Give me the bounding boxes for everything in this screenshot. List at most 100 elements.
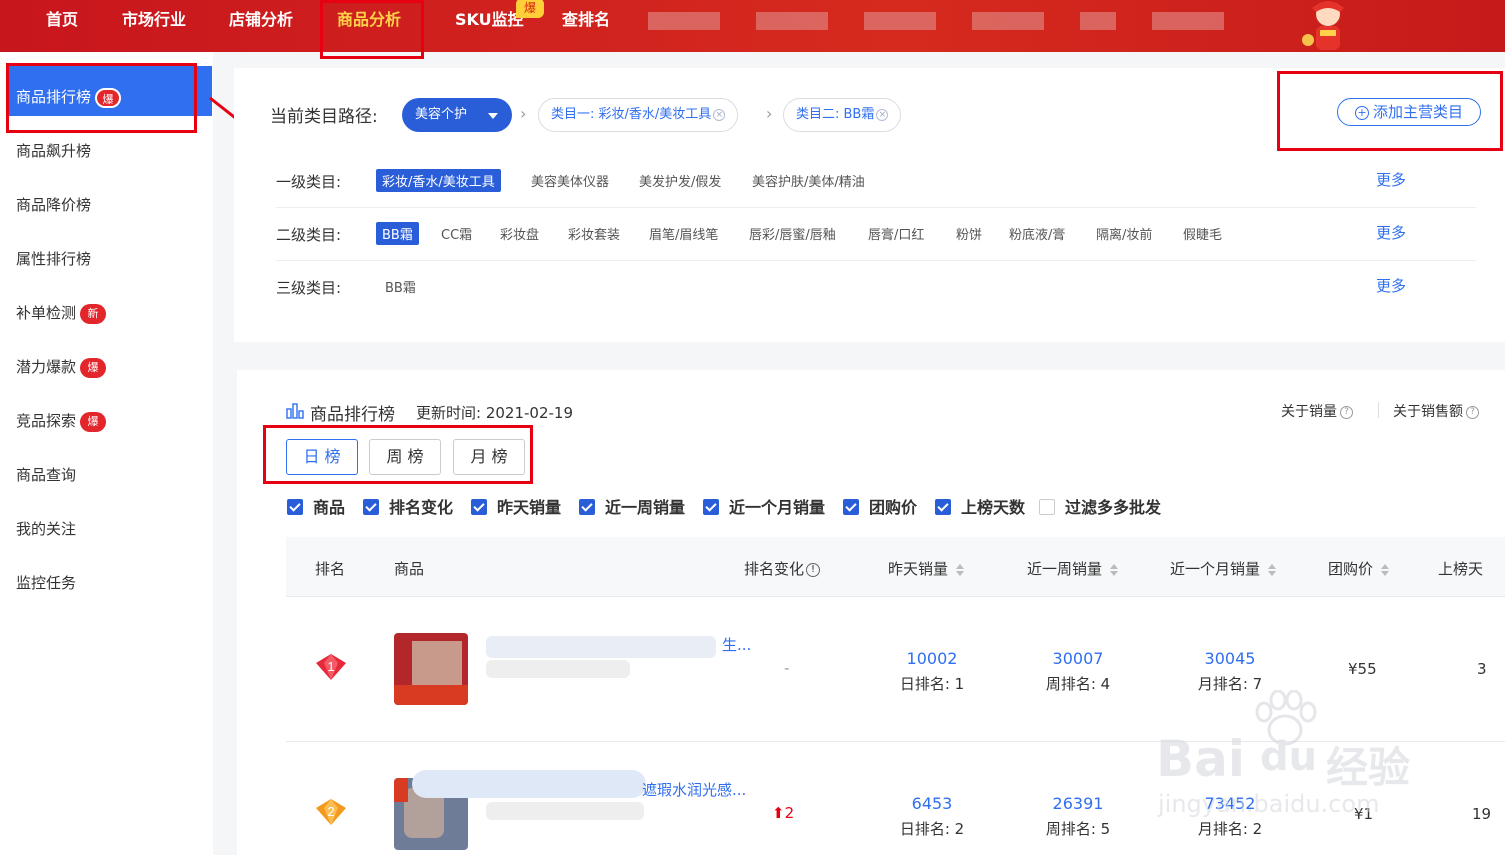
sidebar-item-competitor-explore[interactable]: 竞品探索爆 (16, 410, 107, 432)
about-amount-link[interactable]: 关于销售额? (1393, 401, 1479, 421)
month-sales-value[interactable]: 30045 (1170, 649, 1290, 668)
filter-exclude-wholesale[interactable]: 过滤多多批发 (1039, 494, 1161, 518)
filter-week-sales[interactable]: 近一周销量 (579, 494, 685, 518)
nav-check-rank[interactable]: 查排名 (562, 0, 610, 40)
filter-label: 过滤多多批发 (1065, 498, 1162, 517)
rank-gem-red-icon: 1 (316, 654, 346, 680)
close-icon[interactable]: × (713, 108, 726, 121)
sidebar-item-attribute-ranking[interactable]: 属性排行榜 (16, 248, 91, 269)
sort-icon[interactable] (1381, 563, 1390, 576)
level2-tag[interactable]: 唇彩/唇蜜/唇釉 (749, 224, 836, 243)
arrow-up-icon: ⬆ (772, 804, 785, 822)
root-category-select[interactable]: 美容个护 (402, 98, 512, 132)
info-icon[interactable]: ! (806, 562, 821, 577)
level2-tag[interactable]: 隔离/妆前 (1096, 224, 1152, 243)
level1-tag[interactable]: 美容护肤/美体/精油 (752, 171, 865, 190)
sidebar-item-product-soaring[interactable]: 商品飙升榜 (16, 140, 91, 161)
chip-label: 类目一: 彩妆/香水/美妆工具 (551, 107, 712, 122)
week-sales-value[interactable]: 26391 (1018, 794, 1138, 813)
sidebar-item-my-follow[interactable]: 我的关注 (16, 518, 76, 539)
sidebar-item-potential-hits[interactable]: 潜力爆款爆 (16, 356, 107, 378)
level2-tag-active[interactable]: BB霜 (376, 222, 419, 245)
about-sales-link[interactable]: 关于销量? (1281, 401, 1353, 421)
close-icon[interactable]: × (876, 108, 889, 121)
sidebar-item-label: 竞品探索 (16, 412, 77, 430)
product-thumbnail[interactable] (394, 633, 468, 705)
filter-product[interactable]: 商品 (287, 494, 345, 518)
filter-month-sales[interactable]: 近一个月销量 (703, 494, 825, 518)
nav-home[interactable]: 首页 (46, 0, 78, 40)
checkbox-checked[interactable] (287, 499, 303, 515)
sort-icon[interactable] (1268, 563, 1277, 576)
nav-market-industry[interactable]: 市场行业 (122, 0, 186, 40)
sidebar-item-product-query[interactable]: 商品查询 (16, 464, 76, 485)
col-yesterday-sales[interactable]: 昨天销量 (888, 558, 965, 579)
col-label: 昨天销量 (888, 560, 949, 578)
category-path-label: 当前类目路径: (270, 107, 378, 127)
days-on-list-value: 3 (1477, 660, 1487, 678)
level1-tag[interactable]: 美发护发/假发 (639, 171, 721, 190)
more-link-level1[interactable]: 更多 (1376, 169, 1406, 190)
level1-label: 一级类目: (276, 173, 342, 191)
product-title[interactable]: 生... (722, 634, 751, 655)
product-title[interactable]: 遮瑕水润光感... (642, 779, 746, 800)
yesterday-sales-value[interactable]: 6453 (872, 794, 992, 813)
level2-tag[interactable]: 眉笔/眉线笔 (649, 224, 718, 243)
level1-tag[interactable]: 美容美体仪器 (531, 171, 609, 190)
filter-group-price[interactable]: 团购价 (843, 494, 917, 518)
checkbox-checked[interactable] (703, 499, 719, 515)
filter-days-on-list[interactable]: 上榜天数 (935, 494, 1025, 518)
checkbox-checked[interactable] (843, 499, 859, 515)
level3-tag[interactable]: BB霜 (385, 277, 416, 296)
level2-tag[interactable]: 假睫毛 (1183, 224, 1222, 243)
blurred-nav-item (648, 12, 720, 30)
col-month-sales[interactable]: 近一个月销量 (1170, 558, 1277, 579)
week-rank: 周排名: 5 (1045, 820, 1111, 838)
checkbox-checked[interactable] (579, 499, 595, 515)
baidu-watermark: Bai du 经验 jingyan.baidu.com (1150, 690, 1450, 830)
more-link-level3[interactable]: 更多 (1376, 275, 1406, 296)
watermark-brand2: du (1260, 734, 1318, 780)
col-week-sales[interactable]: 近一周销量 (1027, 558, 1119, 579)
sidebar-item-label: 潜力爆款 (16, 358, 77, 376)
sidebar-item-monitor-tasks[interactable]: 监控任务 (16, 572, 76, 593)
filter-rank-change[interactable]: 排名变化 (363, 494, 453, 518)
nav-sku-monitor[interactable]: SKU监控 (455, 0, 524, 40)
level2-tag[interactable]: 彩妆盘 (500, 224, 539, 243)
about-sales-label: 关于销量 (1281, 404, 1337, 420)
sidebar-item-order-check[interactable]: 补单检测新 (16, 302, 107, 324)
level2-tag[interactable]: 唇膏/口红 (868, 224, 924, 243)
sidebar-item-label: 补单检测 (16, 304, 77, 322)
week-sales-value[interactable]: 30007 (1018, 649, 1138, 668)
rank-gem-orange-icon: 2 (316, 799, 346, 825)
sort-icon[interactable] (1110, 563, 1119, 576)
blurred-product-subtitle (486, 660, 630, 678)
sidebar-item-price-drop[interactable]: 商品降价榜 (16, 194, 91, 215)
yesterday-sales-value[interactable]: 10002 (872, 649, 992, 668)
checkbox-checked[interactable] (935, 499, 951, 515)
sidebar (0, 52, 213, 855)
level2-tag[interactable]: CC霜 (441, 224, 472, 243)
more-link-level2[interactable]: 更多 (1376, 222, 1406, 243)
sort-icon[interactable] (956, 563, 965, 576)
checkbox-checked[interactable] (471, 499, 487, 515)
filter-label: 商品 (313, 498, 346, 517)
level2-tag[interactable]: 粉底液/膏 (1009, 224, 1065, 243)
chevron-right-icon: › (766, 104, 773, 123)
path-chip-level1[interactable]: 类目一: 彩妆/香水/美妆工具 × (538, 98, 739, 132)
nav-shop-analysis[interactable]: 店铺分析 (229, 0, 293, 40)
level2-tag[interactable]: 彩妆套装 (568, 224, 620, 243)
hot-badge: 爆 (516, 0, 544, 18)
badge-hot: 爆 (80, 357, 107, 378)
path-chip-level2[interactable]: 类目二: BB霜 × (783, 98, 902, 132)
level1-tag-active[interactable]: 彩妆/香水/美妆工具 (376, 169, 501, 192)
col-group-price[interactable]: 团购价 (1328, 558, 1390, 579)
divider (1378, 402, 1379, 418)
group-price-value: ¥55 (1348, 660, 1377, 678)
filter-yesterday-sales[interactable]: 昨天销量 (471, 494, 561, 518)
blurred-product-title (486, 636, 716, 658)
checkbox-unchecked[interactable] (1039, 499, 1055, 515)
col-rank: 排名 (315, 560, 346, 578)
level2-tag[interactable]: 粉饼 (956, 224, 982, 243)
checkbox-checked[interactable] (363, 499, 379, 515)
